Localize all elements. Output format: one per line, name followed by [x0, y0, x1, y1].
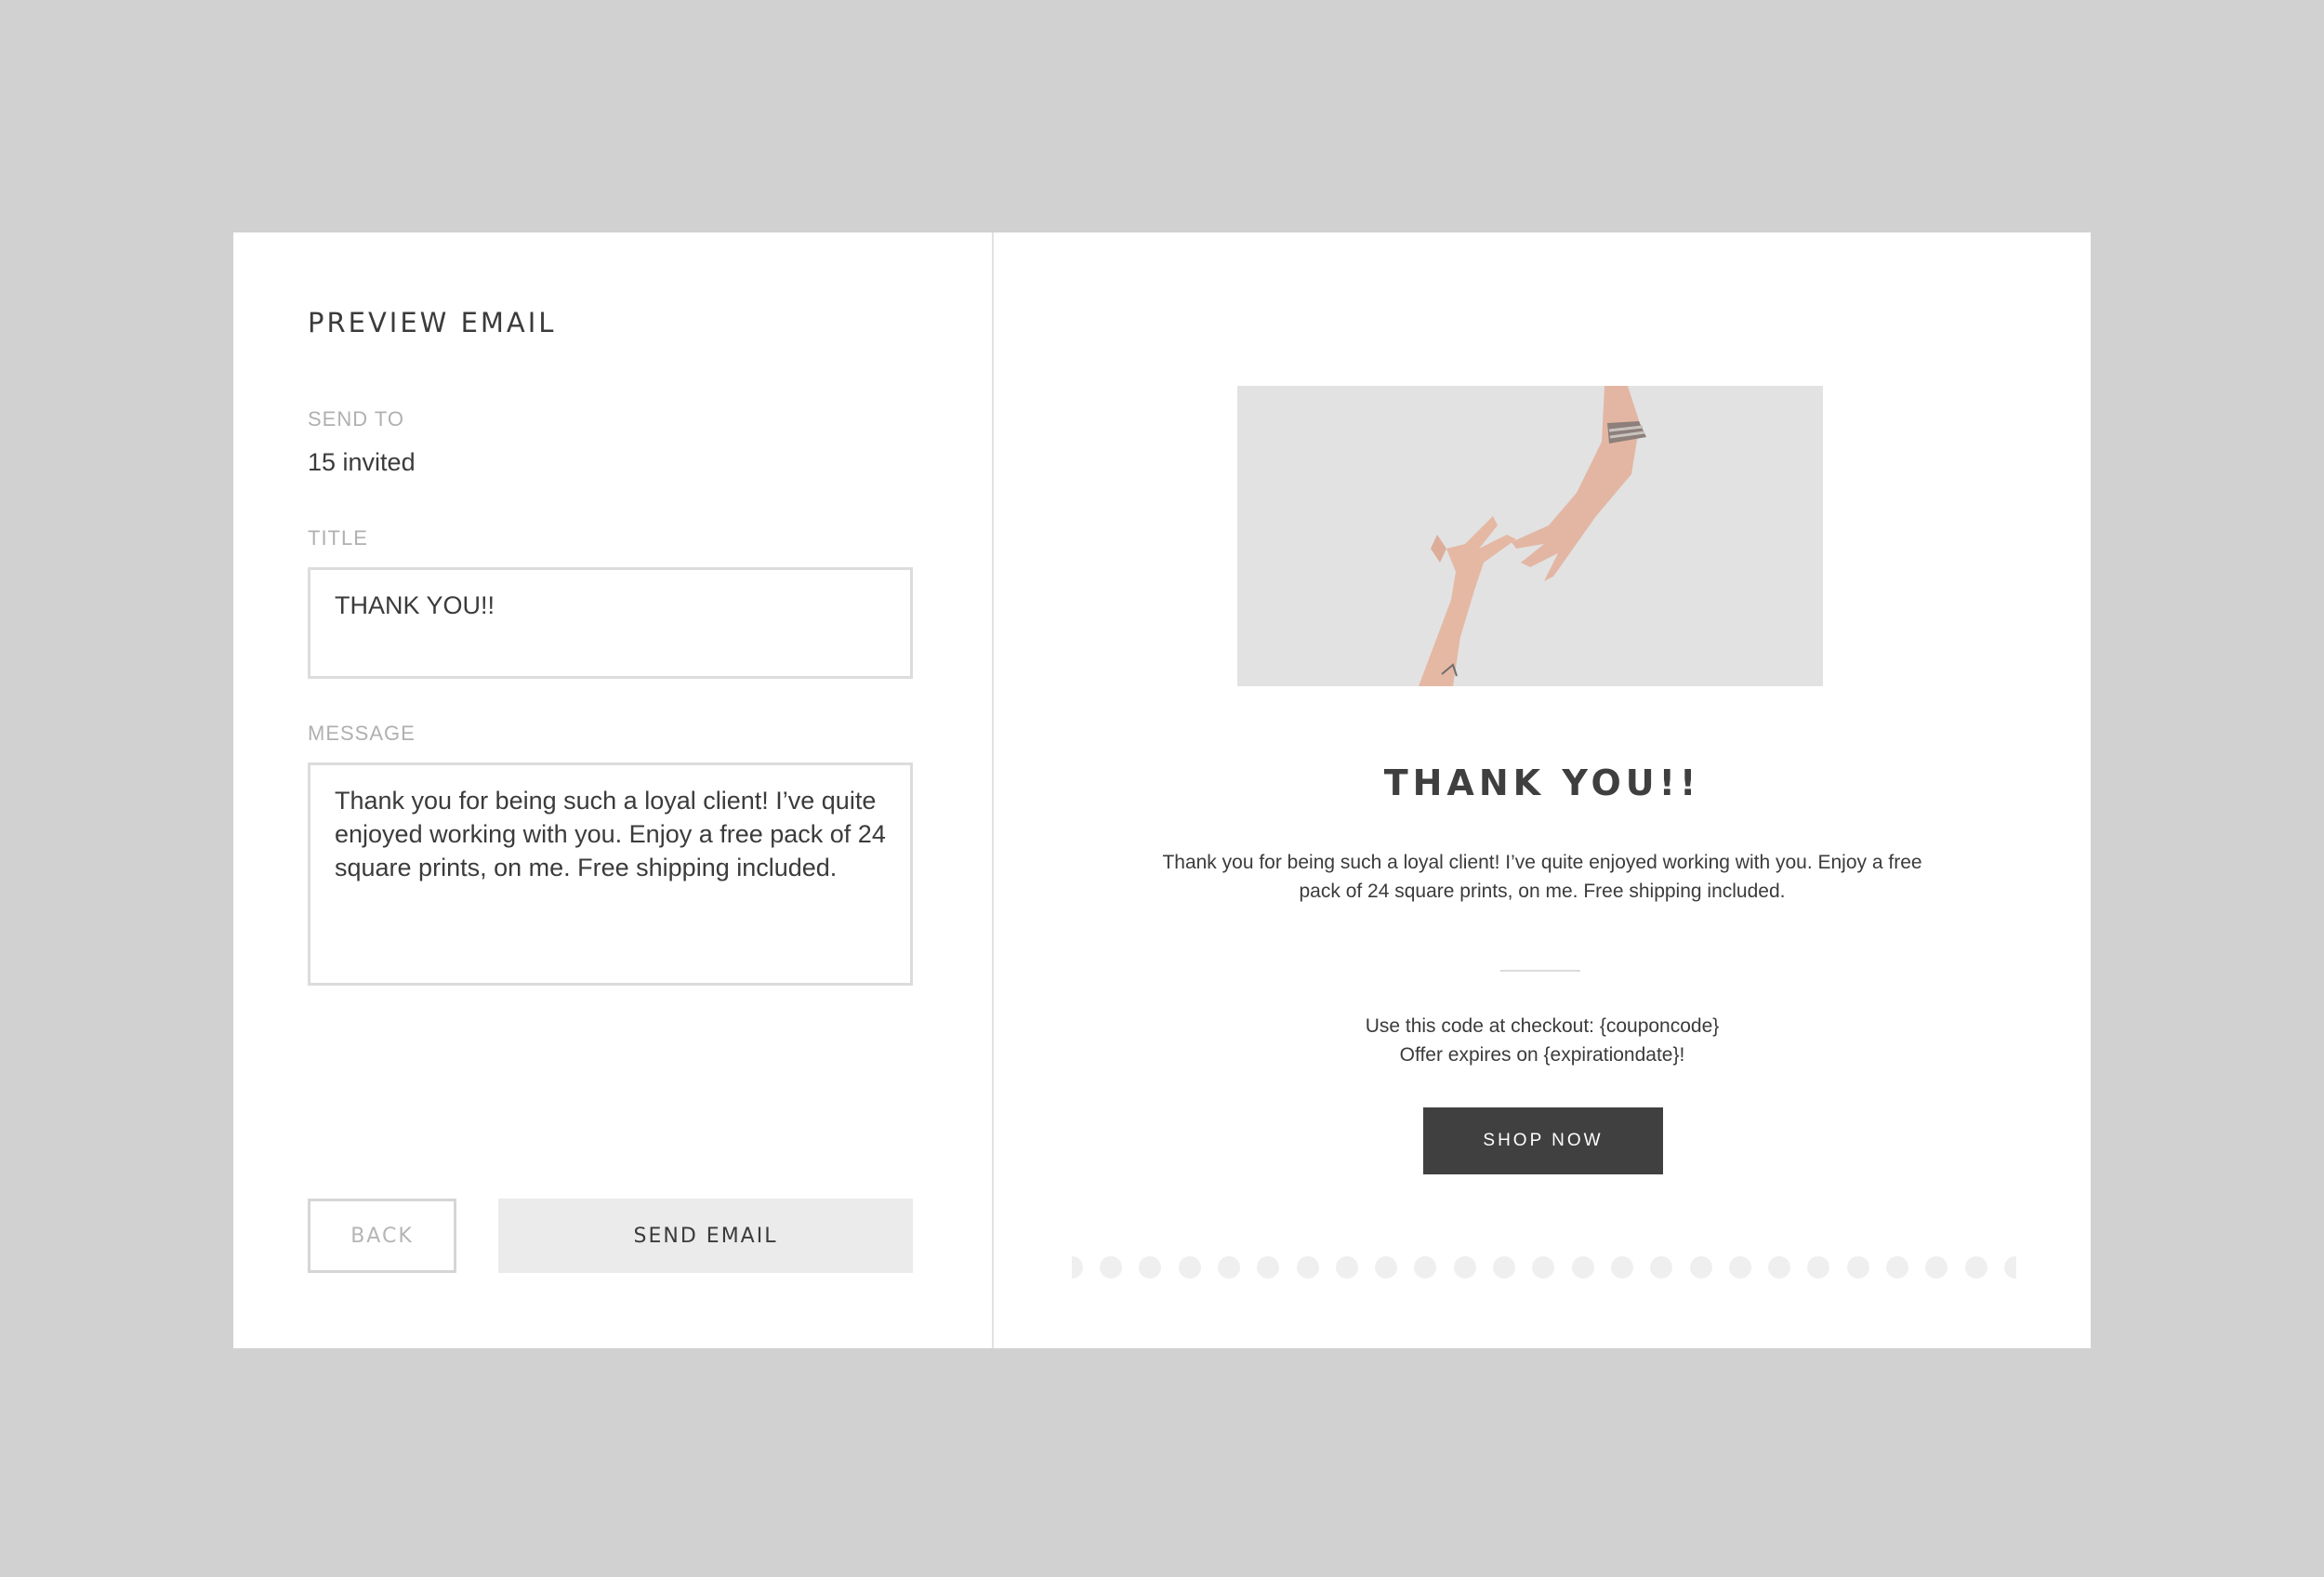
title-input[interactable]: THANK YOU!! [308, 567, 913, 679]
decorative-dot [1296, 1256, 1319, 1279]
title-input-value: THANK YOU!! [335, 591, 495, 619]
decorative-dot [1532, 1256, 1555, 1279]
email-title: THANK YOU!! [1383, 762, 1701, 803]
decorative-dot [1375, 1256, 1398, 1279]
decorative-dot [1453, 1256, 1476, 1279]
hands-reaching-illustration [1237, 386, 1823, 686]
email-form-panel: PREVIEW EMAIL SEND TO 15 invited TITLE T… [233, 232, 992, 1348]
decorative-dot [1217, 1256, 1240, 1279]
decorative-dot [1178, 1256, 1201, 1279]
email-body-text: Thank you for being such a loyal client!… [1162, 852, 1922, 902]
back-button[interactable]: BACK [308, 1199, 456, 1273]
decorative-dot [1610, 1256, 1633, 1279]
hero-image [1237, 386, 1823, 686]
decorative-dot [2003, 1256, 2016, 1279]
message-textarea-value: Thank you for being such a loyal client!… [335, 787, 886, 881]
coupon-code-text: Use this code at checkout: {couponcode} [1365, 1015, 1720, 1037]
decorative-dot [1335, 1256, 1358, 1279]
decorative-dot [1728, 1256, 1751, 1279]
panel-title: PREVIEW EMAIL [308, 307, 557, 338]
email-divider [1500, 970, 1580, 972]
decorative-dot [1072, 1256, 1083, 1279]
decorative-dots [1072, 1256, 2016, 1279]
decorative-dot [1139, 1256, 1162, 1279]
preview-email-modal: PREVIEW EMAIL SEND TO 15 invited TITLE T… [233, 232, 2091, 1348]
decorative-dot [1414, 1256, 1437, 1279]
email-preview-panel: THANK YOU!! Thank you for being such a l… [994, 232, 2091, 1348]
decorative-dot [1689, 1256, 1712, 1279]
send-to-label: SEND TO [308, 407, 404, 431]
message-textarea[interactable]: Thank you for being such a loyal client!… [308, 762, 913, 986]
shop-now-button[interactable]: SHOP NOW [1423, 1107, 1663, 1174]
decorative-dot [1886, 1256, 1908, 1279]
decorative-dot [1846, 1256, 1869, 1279]
decorative-dot [1257, 1256, 1280, 1279]
title-label: TITLE [308, 526, 368, 550]
message-label: MESSAGE [308, 722, 416, 745]
send-email-button[interactable]: SEND EMAIL [498, 1199, 913, 1273]
expiry-text: Offer expires on {expirationdate}! [1399, 1044, 1685, 1066]
decorative-dot [1807, 1256, 1830, 1279]
decorative-dot [1100, 1256, 1122, 1279]
decorative-dot [1925, 1256, 1948, 1279]
decorative-dot [1493, 1256, 1515, 1279]
send-to-value: 15 invited [308, 448, 416, 476]
decorative-dot [1650, 1256, 1673, 1279]
decorative-dot [1571, 1256, 1594, 1279]
decorative-dot [1964, 1256, 1987, 1279]
decorative-dot [1768, 1256, 1791, 1279]
